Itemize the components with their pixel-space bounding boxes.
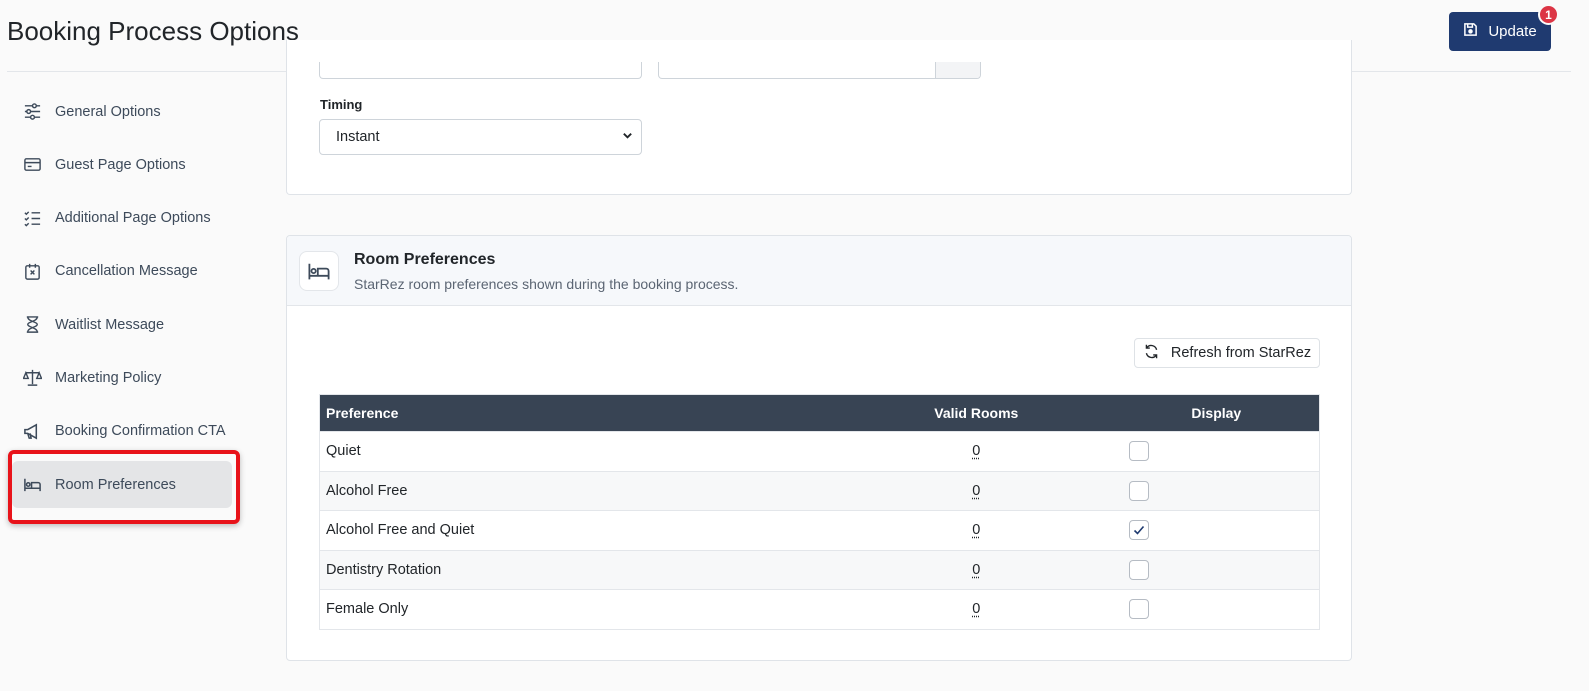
display-checkbox[interactable]: [1128, 520, 1149, 541]
table-row: Alcohol Free 0: [319, 470, 1320, 511]
preference-name: Female Only: [319, 589, 839, 629]
timing-select[interactable]: Instant: [319, 119, 642, 155]
bed-icon: [299, 251, 339, 291]
timing-card: Timing Instant: [286, 40, 1352, 195]
table-row: Alcohol Free and Quiet 0: [319, 510, 1320, 550]
display-checkbox[interactable]: [1128, 441, 1149, 462]
table-row: Quiet 0: [319, 431, 1320, 471]
display-checkbox[interactable]: [1128, 599, 1149, 620]
table-row: Female Only 0: [319, 589, 1320, 629]
column-header-preference[interactable]: Preference: [319, 394, 839, 432]
preference-name: Alcohol Free: [319, 470, 839, 511]
save-icon: [1463, 22, 1478, 41]
scrolled-input-group[interactable]: [658, 62, 981, 79]
scale-icon: [22, 368, 42, 388]
valid-rooms-count[interactable]: 0: [972, 483, 980, 499]
valid-rooms-count[interactable]: 0: [972, 562, 980, 578]
sidebar-item-label: Cancellation Message: [55, 263, 198, 280]
chevron-down-icon: [622, 129, 633, 145]
sidebar-item-additional-page-options[interactable]: Additional Page Options: [12, 195, 232, 242]
scrolled-input-field[interactable]: [319, 62, 642, 79]
megaphone-icon: [22, 421, 42, 441]
room-preferences-card: Room Preferences StarRez room preference…: [286, 235, 1352, 661]
sidebar-item-guest-page-options[interactable]: Guest Page Options: [12, 141, 232, 188]
timing-select-value: Instant: [336, 129, 380, 145]
preference-name: Alcohol Free and Quiet: [319, 510, 839, 550]
sidebar-item-marketing-policy[interactable]: Marketing Policy: [12, 354, 232, 401]
checkmark-icon: [1133, 526, 1144, 535]
sidebar-item-label: Guest Page Options: [55, 156, 186, 173]
page-title: Booking Process Options: [7, 16, 299, 46]
column-header-display[interactable]: Display: [1113, 394, 1320, 432]
column-header-valid-rooms[interactable]: Valid Rooms: [838, 394, 1114, 432]
preference-name: Quiet: [319, 431, 839, 471]
calendar-x-icon: [22, 261, 42, 281]
display-checkbox[interactable]: [1128, 480, 1149, 501]
sidebar-item-waitlist-message[interactable]: Waitlist Message: [12, 301, 232, 348]
credit-card-icon: [22, 155, 42, 175]
valid-rooms-count[interactable]: 0: [972, 522, 980, 538]
active-item-highlight: [8, 450, 240, 524]
sidebar-item-label: Additional Page Options: [55, 210, 211, 227]
preference-name: Dentistry Rotation: [319, 549, 839, 590]
refresh-icon: [1143, 343, 1160, 364]
sidebar-item-label: Booking Confirmation CTA: [55, 423, 226, 440]
timing-label: Timing: [320, 97, 363, 112]
input-addon: [935, 62, 980, 78]
update-button-label: Update: [1488, 23, 1537, 40]
sidebar-item-label: General Options: [55, 103, 161, 120]
sidebar-item-label: Waitlist Message: [55, 316, 165, 333]
card-header: Room Preferences StarRez room preference…: [287, 236, 1351, 306]
sidebar-item-cancellation-message[interactable]: Cancellation Message: [12, 248, 232, 295]
valid-rooms-count[interactable]: 0: [972, 443, 980, 459]
table-header-row: Preference Valid Rooms Display: [319, 394, 1320, 432]
display-checkbox[interactable]: [1128, 559, 1149, 580]
refresh-from-starrez-button[interactable]: Refresh from StarRez: [1134, 338, 1320, 368]
table-row: Dentistry Rotation 0: [319, 549, 1320, 590]
update-button[interactable]: Update: [1449, 12, 1551, 51]
hourglass-icon: [22, 315, 42, 335]
room-preferences-table: Preference Valid Rooms Display Quiet 0 A…: [319, 394, 1320, 630]
sidebar-item-label: Marketing Policy: [55, 369, 162, 386]
unsaved-count-badge: 1: [1538, 4, 1559, 25]
sliders-icon: [22, 102, 42, 122]
refresh-button-label: Refresh from StarRez: [1170, 345, 1312, 361]
valid-rooms-count[interactable]: 0: [972, 601, 980, 617]
card-subtitle: StarRez room preferences shown during th…: [354, 276, 739, 292]
checklist-icon: [22, 208, 42, 228]
card-title: Room Preferences: [354, 251, 496, 268]
sidebar-item-booking-confirmation-cta[interactable]: Booking Confirmation CTA: [12, 408, 232, 455]
sidebar-item-general-options[interactable]: General Options: [12, 88, 232, 135]
